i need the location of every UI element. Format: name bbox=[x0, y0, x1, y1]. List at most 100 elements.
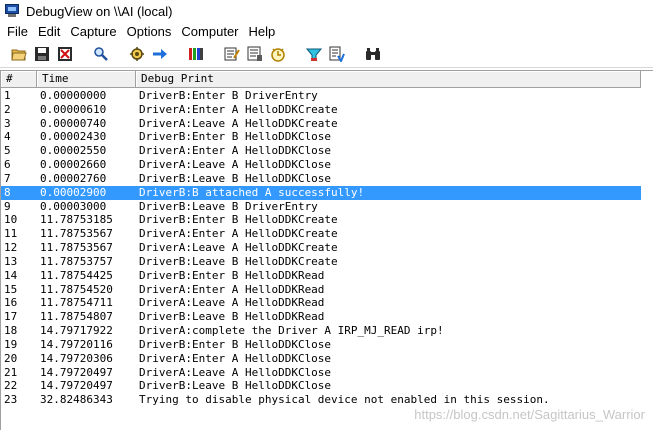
highlight-icon bbox=[224, 47, 240, 61]
row-number: 10 bbox=[4, 213, 18, 227]
row-debug-print: DriverA:Enter A HelloDDKRead bbox=[139, 282, 325, 296]
highlight-button[interactable] bbox=[221, 43, 243, 65]
row-time: 0.00002550 bbox=[40, 144, 107, 158]
row-number: 9 bbox=[4, 199, 11, 213]
table-row[interactable]: 19 14.79720116 DriverB:Enter B HelloDDKClo… bbox=[1, 338, 641, 352]
table-row[interactable]: 17 11.78754807 DriverB:Leave B HelloDDKRea… bbox=[1, 310, 641, 324]
capture-gear-icon bbox=[130, 47, 144, 61]
table-row[interactable]: 23 32.82486343 Trying to disable physical … bbox=[1, 393, 641, 407]
column-header-time[interactable]: Time bbox=[37, 71, 136, 88]
menu-capture[interactable]: Capture bbox=[65, 23, 121, 41]
row-time: 11.78753567 bbox=[40, 241, 113, 255]
find-button[interactable] bbox=[90, 43, 112, 65]
row-number: 15 bbox=[4, 282, 18, 296]
table-row[interactable]: 3 0.00000740 DriverA:Leave A HelloDDKCreat… bbox=[1, 117, 641, 131]
row-number: 2 bbox=[4, 102, 11, 116]
toolbar bbox=[0, 41, 653, 68]
history-depth-button[interactable] bbox=[185, 43, 207, 65]
table-row[interactable]: 2 0.00000610 DriverA:Enter A HelloDDKCreat… bbox=[1, 103, 641, 117]
title-bar[interactable]: DebugView on \\AI (local) bbox=[0, 0, 653, 22]
row-debug-print: DriverB:Enter B HelloDDKCreate bbox=[139, 213, 338, 227]
table-row[interactable]: 12 11.78753567 DriverA:Leave A HelloDDKCre… bbox=[1, 241, 641, 255]
row-time: 14.79720497 bbox=[40, 379, 113, 393]
row-number: 11 bbox=[4, 227, 18, 241]
clear-display-button[interactable] bbox=[54, 43, 76, 65]
table-row[interactable]: 22 14.79720497 DriverB:Leave B HelloDDKClo… bbox=[1, 379, 641, 393]
capture-button[interactable] bbox=[126, 43, 148, 65]
menu-file[interactable]: File bbox=[2, 23, 33, 41]
table-row[interactable]: 14 11.78754425 DriverB:Enter B HelloDDKRea… bbox=[1, 269, 641, 283]
row-debug-print: DriverB:Leave B HelloDDKCreate bbox=[139, 254, 338, 268]
menu-bar: File Edit Capture Options Computer Help bbox=[0, 22, 653, 41]
row-time: 32.82486343 bbox=[40, 393, 113, 407]
row-time: 0.00002430 bbox=[40, 130, 107, 144]
row-time: 0.00002900 bbox=[40, 185, 107, 199]
row-time: 0.00003000 bbox=[40, 199, 107, 213]
capture-kernel-button[interactable] bbox=[303, 43, 325, 65]
table-row[interactable]: 11 11.78753567 DriverA:Enter A HelloDDKCre… bbox=[1, 227, 641, 241]
row-debug-print: DriverB:Leave B DriverEntry bbox=[139, 199, 318, 213]
toolbar-separator bbox=[355, 44, 356, 64]
table-row[interactable]: 8 0.00002900 DriverB:B attached A successf… bbox=[1, 185, 641, 200]
row-debug-print: DriverA:Leave A HelloDDKCreate bbox=[139, 241, 338, 255]
row-debug-print: DriverB:Enter B HelloDDKClose bbox=[139, 337, 332, 351]
row-number: 21 bbox=[4, 365, 18, 379]
table-row[interactable]: 6 0.00002660 DriverA:Leave A HelloDDKClose bbox=[1, 158, 641, 172]
autoscroll-button[interactable] bbox=[149, 43, 171, 65]
menu-help[interactable]: Help bbox=[244, 23, 281, 41]
table-row[interactable]: 7 0.00002760 DriverB:Leave B HelloDDKClose bbox=[1, 172, 641, 186]
column-header: # Time Debug Print bbox=[1, 71, 641, 88]
table-row[interactable]: 21 14.79720497 DriverA:Leave A HelloDDKClo… bbox=[1, 366, 641, 380]
row-time: 14.79720497 bbox=[40, 365, 113, 379]
table-row[interactable]: 5 0.00002550 DriverA:Enter A HelloDDKClose bbox=[1, 144, 641, 158]
row-time: 14.79720116 bbox=[40, 337, 113, 351]
toolbar-separator bbox=[214, 44, 215, 64]
menu-options[interactable]: Options bbox=[122, 23, 177, 41]
row-time: 11.78753757 bbox=[40, 254, 113, 268]
debug-output-list[interactable]: # Time Debug Print 1 0.00000000 DriverB:En… bbox=[0, 70, 653, 430]
filter-button[interactable] bbox=[244, 43, 266, 65]
table-row[interactable]: 4 0.00002430 DriverB:Enter B HelloDDKClose bbox=[1, 130, 641, 144]
row-time: 11.78754425 bbox=[40, 268, 113, 282]
row-number: 5 bbox=[4, 144, 11, 158]
row-debug-print: DriverA:Enter A HelloDDKCreate bbox=[139, 102, 338, 116]
row-debug-print: DriverA:Enter A HelloDDKClose bbox=[139, 144, 332, 158]
debugview-app-icon bbox=[4, 4, 20, 18]
capture-win32-button[interactable] bbox=[326, 43, 348, 65]
menu-edit[interactable]: Edit bbox=[33, 23, 65, 41]
row-number: 22 bbox=[4, 379, 18, 393]
table-row[interactable]: 9 0.00003000 DriverB:Leave B DriverEntry bbox=[1, 200, 641, 214]
connect-button[interactable] bbox=[362, 43, 384, 65]
table-row[interactable]: 15 11.78754520 DriverA:Enter A HelloDDKRea… bbox=[1, 283, 641, 297]
row-number: 20 bbox=[4, 351, 18, 365]
table-row[interactable]: 20 14.79720306 DriverA:Enter A HelloDDKClo… bbox=[1, 352, 641, 366]
open-button[interactable] bbox=[8, 43, 30, 65]
table-row[interactable]: 1 0.00000000 DriverB:Enter B DriverEntry bbox=[1, 89, 641, 103]
row-debug-print: DriverB:Leave B HelloDDKRead bbox=[139, 310, 325, 324]
row-number: 16 bbox=[4, 296, 18, 310]
column-header-number[interactable]: # bbox=[1, 71, 37, 88]
row-time: 0.00002760 bbox=[40, 171, 107, 185]
row-time: 0.00000610 bbox=[40, 102, 107, 116]
save-button[interactable] bbox=[31, 43, 53, 65]
menu-computer[interactable]: Computer bbox=[176, 23, 243, 41]
table-row[interactable]: 16 11.78754711 DriverA:Leave A HelloDDKRea… bbox=[1, 296, 641, 310]
table-row[interactable]: 13 11.78753757 DriverB:Leave B HelloDDKCre… bbox=[1, 255, 641, 269]
history-depth-icon bbox=[189, 48, 203, 60]
table-row[interactable]: 10 11.78753185 DriverB:Enter B HelloDDKCre… bbox=[1, 213, 641, 227]
row-time: 11.78754711 bbox=[40, 296, 113, 310]
row-time: 0.00002660 bbox=[40, 158, 107, 172]
row-debug-print: DriverA:Leave A HelloDDKCreate bbox=[139, 116, 338, 130]
row-debug-print: DriverA:Enter A HelloDDKClose bbox=[139, 351, 332, 365]
row-debug-print: DriverA:Leave A HelloDDKClose bbox=[139, 365, 332, 379]
column-header-debug-print[interactable]: Debug Print bbox=[136, 71, 641, 88]
table-row[interactable]: 18 14.79717922 DriverA:complete the Driver… bbox=[1, 324, 641, 338]
time-format-button[interactable] bbox=[267, 43, 289, 65]
row-time: 11.78754520 bbox=[40, 282, 113, 296]
row-time: 14.79720306 bbox=[40, 351, 113, 365]
row-debug-print: DriverA:Leave A HelloDDKClose bbox=[139, 158, 332, 172]
row-number: 23 bbox=[4, 393, 18, 407]
row-number: 12 bbox=[4, 241, 18, 255]
row-time: 11.78754807 bbox=[40, 310, 113, 324]
toolbar-separator bbox=[296, 44, 297, 64]
